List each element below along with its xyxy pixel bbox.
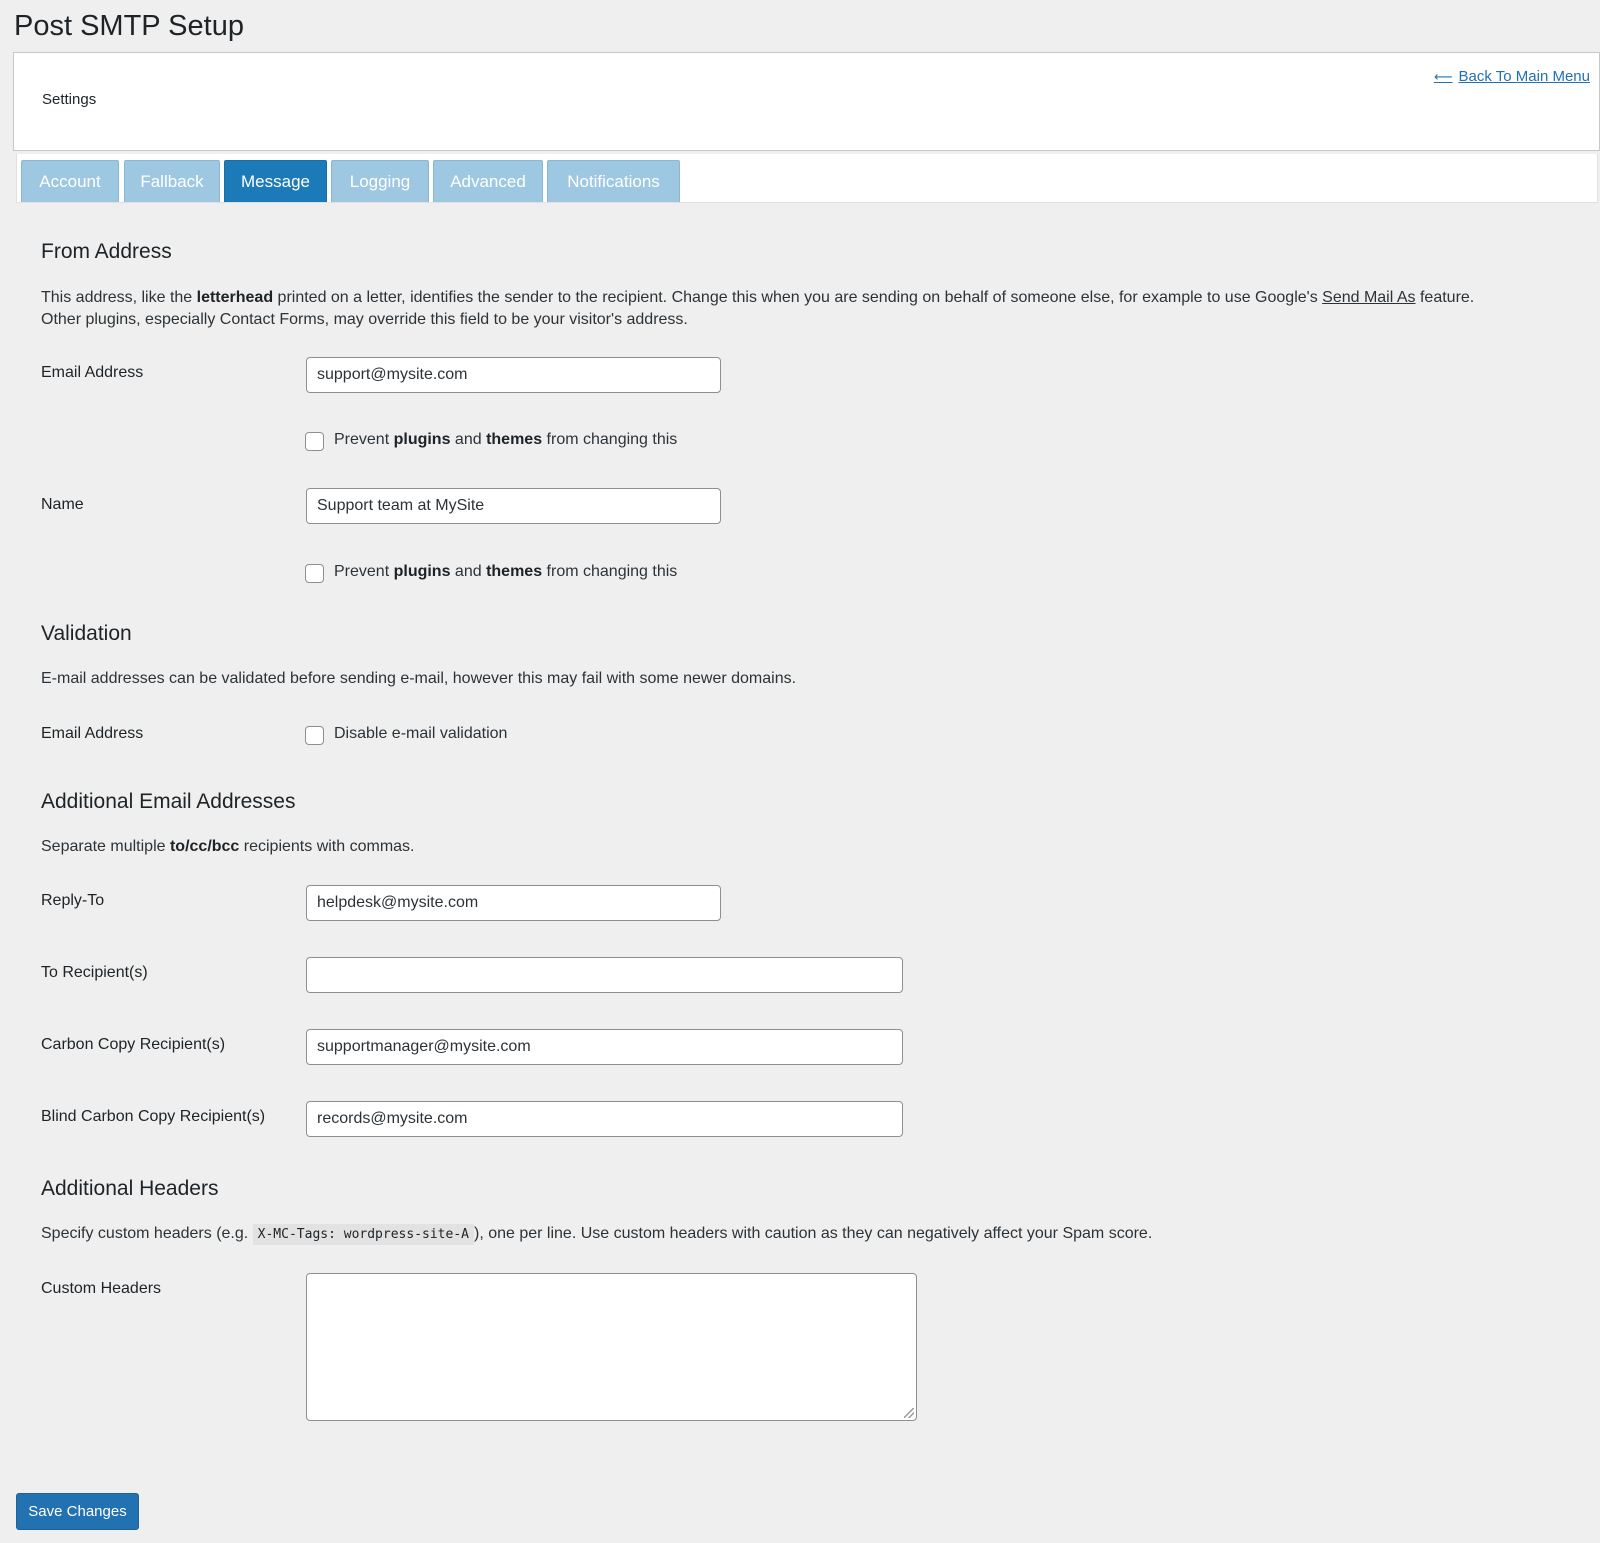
header-code-sample: X-MC-Tags: wordpress-site-A bbox=[252, 1224, 474, 1245]
to-recipients-label: To Recipient(s) bbox=[41, 964, 148, 981]
additional-emails-heading: Additional Email Addresses bbox=[41, 790, 296, 813]
from-address-heading: From Address bbox=[41, 240, 172, 263]
tab-label: Fallback bbox=[140, 171, 204, 191]
save-changes-button[interactable]: Save Changes bbox=[16, 1493, 139, 1530]
tab-label: Advanced bbox=[450, 171, 526, 191]
reply-to-input[interactable]: helpdesk@mysite.com bbox=[306, 885, 721, 921]
from-name-label: Name bbox=[41, 496, 84, 513]
tab-label: Account bbox=[39, 171, 101, 191]
settings-label: Settings bbox=[42, 91, 97, 108]
arrow-left-icon: ⟵ bbox=[1433, 68, 1453, 84]
resize-grip-icon[interactable] bbox=[904, 1408, 914, 1418]
prevent-email-override-checkbox[interactable] bbox=[305, 432, 324, 451]
validation-heading: Validation bbox=[41, 622, 132, 645]
from-email-input[interactable]: support@mysite.com bbox=[306, 357, 721, 393]
prevent-name-override-label: Prevent plugins and themes from changing… bbox=[334, 562, 678, 580]
tab-message[interactable]: Message bbox=[224, 160, 327, 202]
settings-header-panel: Settings ⟵ Back To Main Menu bbox=[13, 52, 1600, 151]
tab-bar: Account Fallback Message Logging Advance… bbox=[16, 154, 1598, 203]
tab-label: Message bbox=[241, 171, 310, 191]
additional-headers-description: Specify custom headers (e.g. X-MC-Tags: … bbox=[41, 1223, 1152, 1246]
page-title: Post SMTP Setup bbox=[14, 10, 244, 42]
custom-headers-label: Custom Headers bbox=[41, 1280, 162, 1297]
tab-advanced[interactable]: Advanced bbox=[433, 160, 543, 202]
cc-recipients-input[interactable]: supportmanager@mysite.com bbox=[306, 1029, 903, 1065]
tab-account[interactable]: Account bbox=[21, 160, 119, 202]
tab-notifications[interactable]: Notifications bbox=[547, 160, 680, 202]
from-address-description-line2: Other plugins, especially Contact Forms,… bbox=[41, 311, 688, 328]
reply-to-label: Reply-To bbox=[41, 892, 105, 909]
from-name-input[interactable]: Support team at MySite bbox=[306, 488, 721, 524]
prevent-name-override-row: Prevent plugins and themes from changing… bbox=[305, 560, 677, 583]
to-recipients-input[interactable] bbox=[306, 957, 903, 993]
disable-validation-row: Disable e-mail validation bbox=[305, 722, 507, 745]
from-email-label: Email Address bbox=[41, 364, 144, 381]
tab-fallback[interactable]: Fallback bbox=[124, 160, 220, 202]
additional-emails-description: Separate multiple to/cc/bcc recipients w… bbox=[41, 838, 415, 855]
additional-headers-heading: Additional Headers bbox=[41, 1177, 219, 1200]
send-mail-as-link[interactable]: Send Mail As bbox=[1322, 289, 1415, 306]
validation-email-label: Email Address bbox=[41, 725, 144, 742]
tab-label: Notifications bbox=[567, 171, 660, 191]
tab-logging[interactable]: Logging bbox=[331, 160, 429, 202]
from-address-description: This address, like the letterhead printe… bbox=[41, 289, 1475, 306]
custom-headers-textarea[interactable] bbox=[306, 1273, 917, 1421]
back-link-label: Back To Main Menu bbox=[1458, 68, 1590, 85]
tab-label: Logging bbox=[349, 171, 411, 191]
bcc-recipients-label: Blind Carbon Copy Recipient(s) bbox=[41, 1108, 266, 1125]
disable-validation-label: Disable e-mail validation bbox=[334, 724, 508, 742]
prevent-email-override-row: Prevent plugins and themes from changing… bbox=[305, 428, 677, 451]
back-to-main-menu-link[interactable]: ⟵ Back To Main Menu bbox=[1434, 68, 1590, 85]
prevent-name-override-checkbox[interactable] bbox=[305, 564, 324, 583]
validation-description: E-mail addresses can be validated before… bbox=[41, 670, 797, 687]
disable-validation-checkbox[interactable] bbox=[305, 726, 324, 745]
prevent-email-override-label: Prevent plugins and themes from changing… bbox=[334, 430, 678, 448]
cc-recipients-label: Carbon Copy Recipient(s) bbox=[41, 1036, 226, 1053]
bcc-recipients-input[interactable]: records@mysite.com bbox=[306, 1101, 903, 1137]
